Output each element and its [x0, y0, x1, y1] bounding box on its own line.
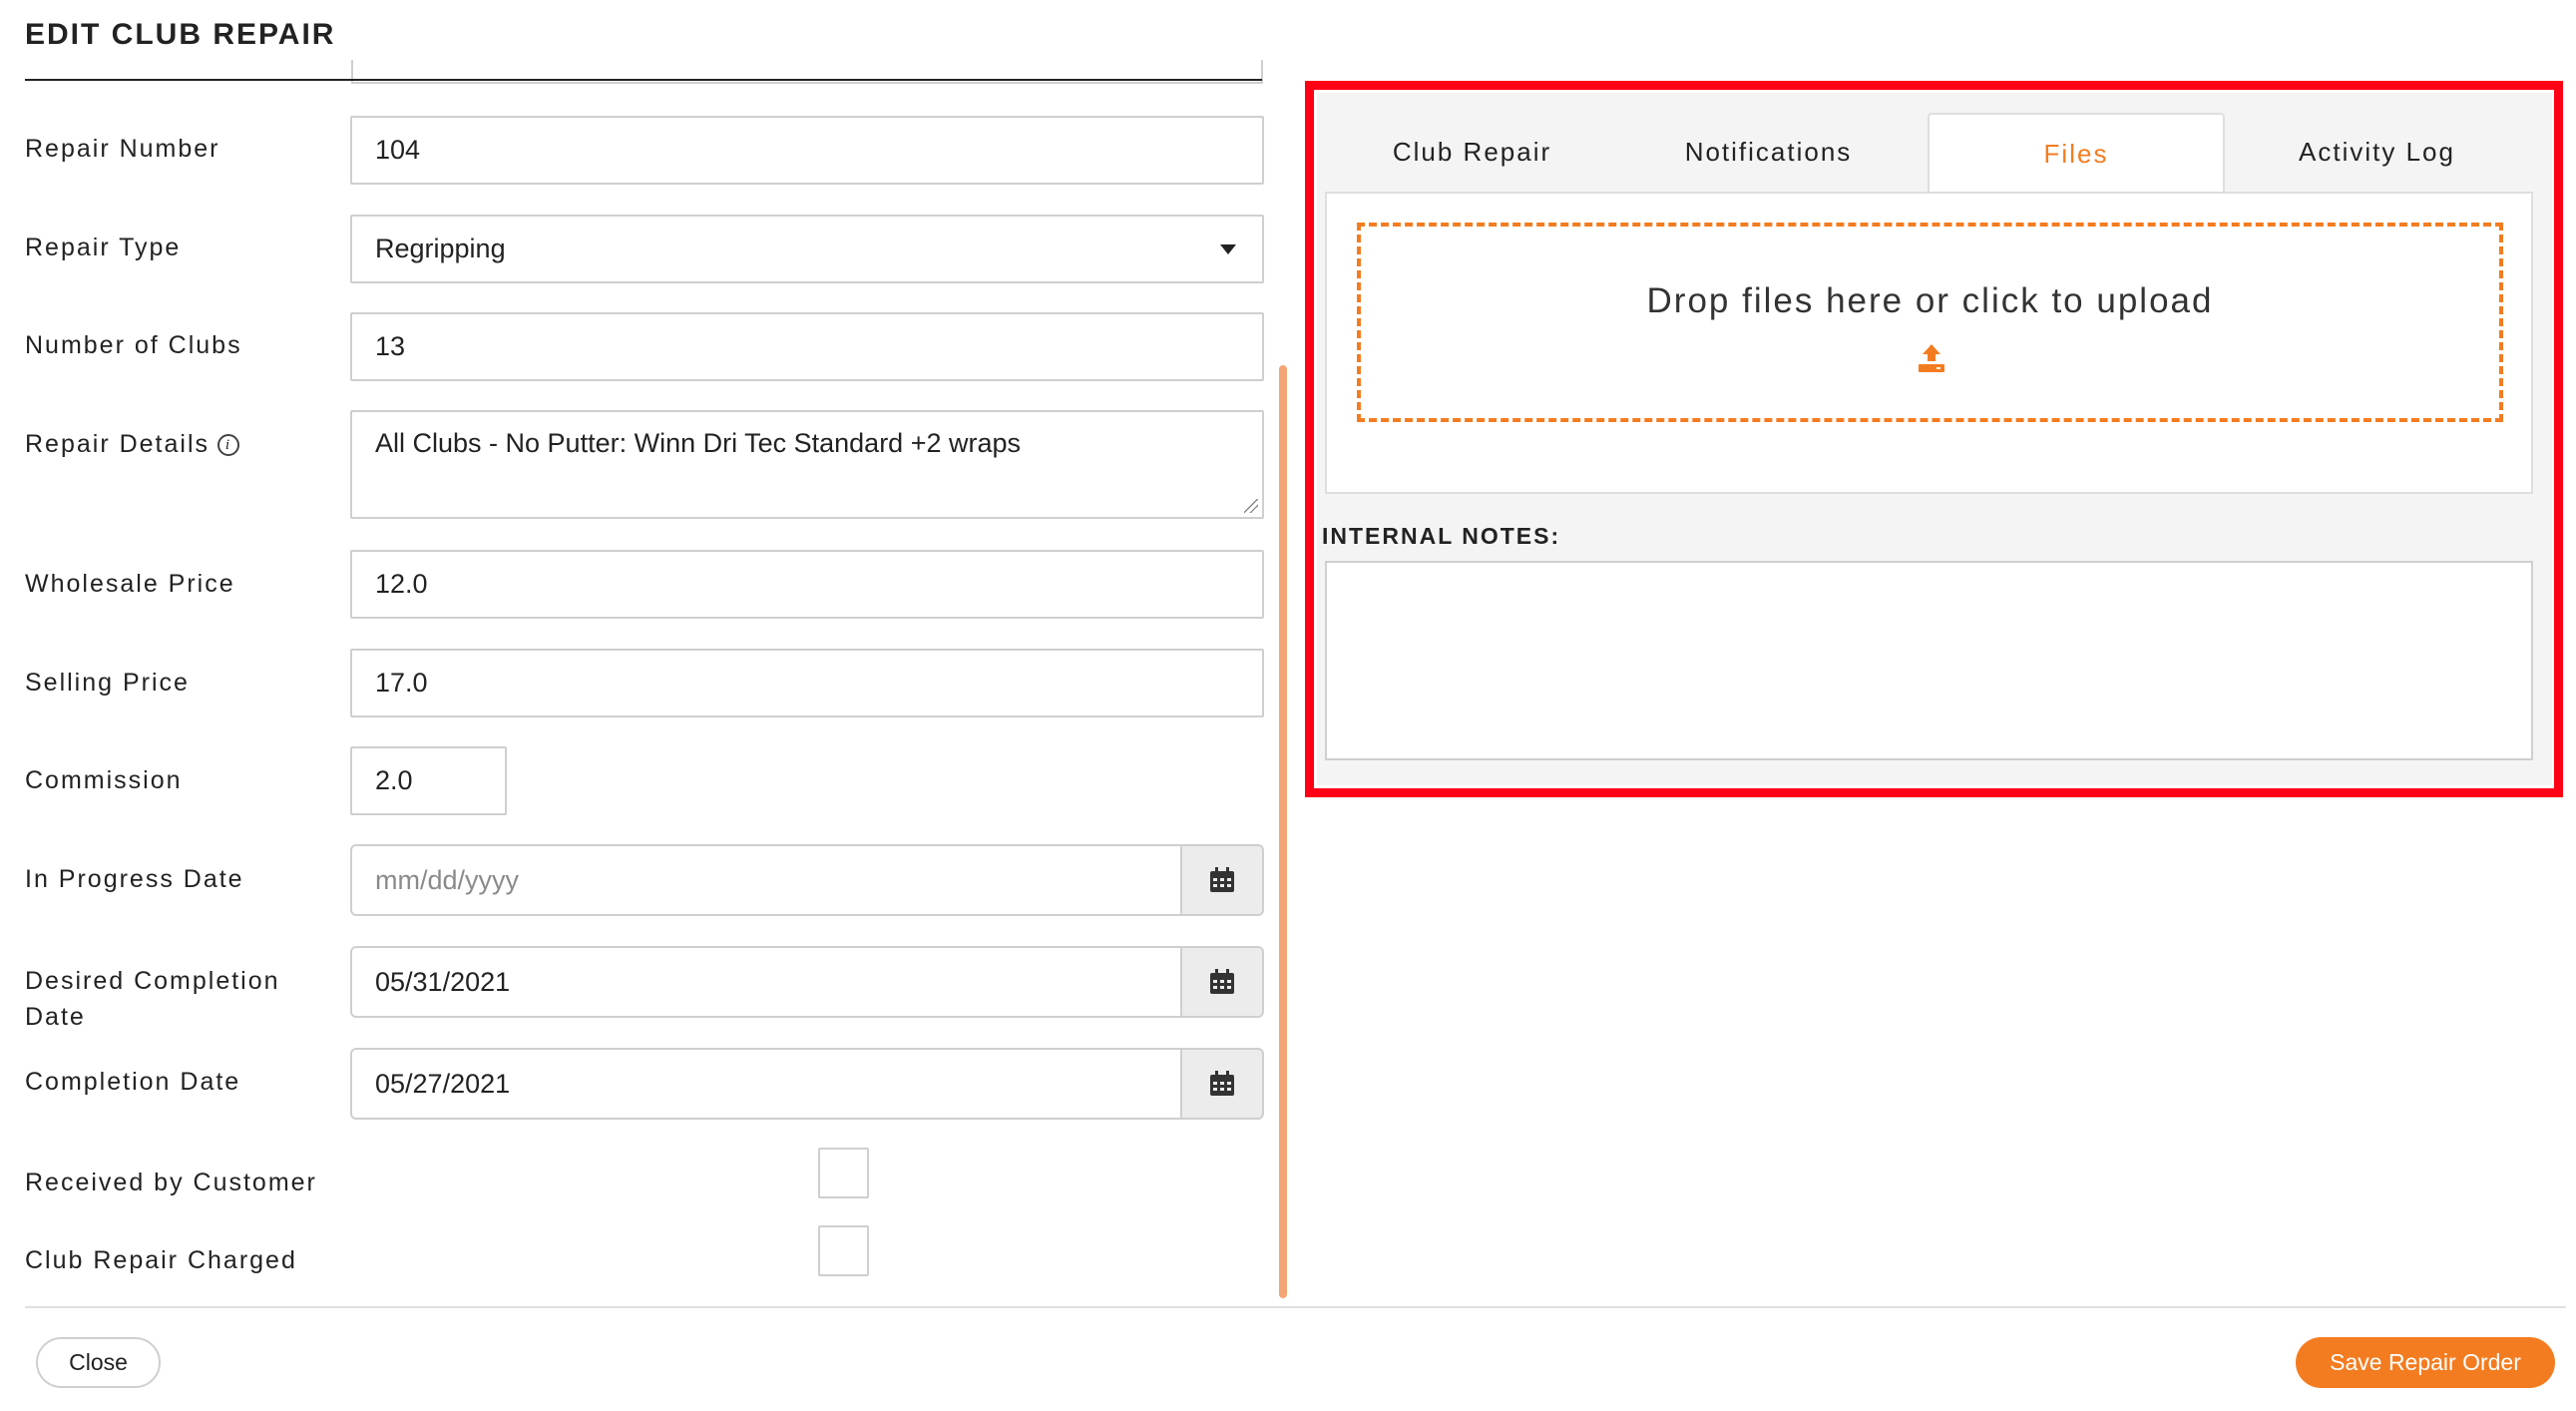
in-progress-date-placeholder: mm/dd/yyyy: [375, 864, 520, 895]
commission-value: 2.0: [375, 765, 413, 795]
repair-type-value: Regripping: [375, 234, 506, 263]
in-progress-date-input[interactable]: mm/dd/yyyy: [350, 844, 1182, 916]
completion-date-calendar-button[interactable]: [1182, 1048, 1264, 1120]
close-button[interactable]: Close: [36, 1337, 161, 1388]
selling-price-input[interactable]: 17.0: [350, 649, 1264, 717]
club-repair-charged-label: Club Repair Charged: [25, 1246, 297, 1274]
calendar-icon: [1210, 969, 1234, 994]
repair-number-value: 104: [375, 135, 421, 165]
repair-details-label: Repair Details: [25, 430, 211, 458]
desired-completion-date-input[interactable]: 05/31/2021: [350, 946, 1182, 1018]
in-progress-date-label: In Progress Date: [25, 865, 244, 893]
number-of-clubs-input[interactable]: 13: [350, 312, 1264, 381]
repair-type-label: Repair Type: [25, 234, 182, 261]
number-of-clubs-value: 13: [375, 331, 406, 361]
calendar-icon: [1210, 1071, 1234, 1096]
form-scrollbar[interactable]: [1279, 365, 1287, 1298]
highlight-box: [1305, 81, 2563, 797]
desired-completion-date-label-line1: Desired Completion: [25, 967, 280, 995]
commission-input[interactable]: 2.0: [350, 746, 507, 815]
completion-date-value: 05/27/2021: [375, 1068, 511, 1099]
club-repair-charged-checkbox[interactable]: [818, 1225, 869, 1276]
received-by-customer-checkbox[interactable]: [818, 1148, 869, 1198]
received-by-customer-label: Received by Customer: [25, 1169, 317, 1196]
title-divider: [25, 79, 1262, 81]
number-of-clubs-label: Number of Clubs: [25, 331, 242, 359]
wholesale-price-input[interactable]: 12.0: [350, 550, 1264, 619]
completion-date-input[interactable]: 05/27/2021: [350, 1048, 1182, 1120]
footer-divider: [25, 1306, 2566, 1308]
repair-number-label: Repair Number: [25, 135, 220, 163]
chevron-down-icon: [1220, 243, 1236, 254]
calendar-icon: [1210, 867, 1234, 892]
resize-handle-icon[interactable]: [1244, 499, 1258, 513]
repair-type-select[interactable]: Regripping: [350, 215, 1264, 283]
in-progress-date-calendar-button[interactable]: [1182, 844, 1264, 916]
wholesale-price-label: Wholesale Price: [25, 570, 235, 598]
desired-completion-date-calendar-button[interactable]: [1182, 946, 1264, 1018]
wholesale-price-value: 12.0: [375, 569, 428, 599]
dialog-title: EDIT CLUB REPAIR: [25, 18, 336, 51]
info-icon[interactable]: i: [217, 434, 240, 457]
desired-completion-date-value: 05/31/2021: [375, 966, 511, 997]
repair-number-input[interactable]: 104: [350, 116, 1264, 185]
commission-label: Commission: [25, 766, 183, 794]
repair-details-label-row: Repair Details i: [25, 426, 240, 462]
selling-price-label: Selling Price: [25, 669, 190, 697]
repair-details-value: All Clubs - No Putter: Winn Dri Tec Stan…: [375, 428, 1022, 458]
save-repair-order-button[interactable]: Save Repair Order: [2296, 1337, 2555, 1388]
repair-details-textarea[interactable]: All Clubs - No Putter: Winn Dri Tec Stan…: [350, 410, 1264, 519]
completion-date-label: Completion Date: [25, 1068, 241, 1096]
desired-completion-date-label-line2: Date: [25, 1003, 86, 1031]
selling-price-value: 17.0: [375, 668, 428, 698]
desired-completion-date-label: Desired Completion Date: [25, 963, 280, 1035]
